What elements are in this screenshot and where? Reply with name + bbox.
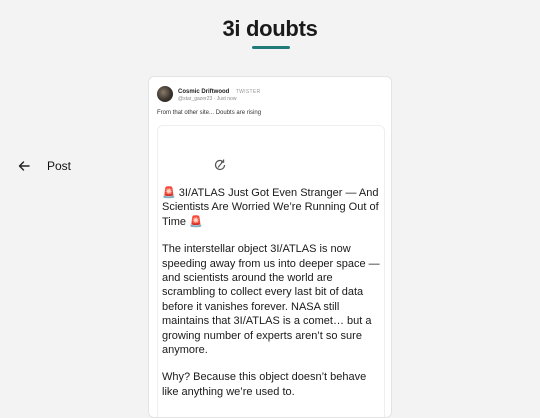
post-headline: 🚨 3I/ATLAS Just Got Even Stranger — And … <box>162 187 379 228</box>
post-paragraph-1: The interstellar object 3I/ATLAS is now … <box>162 243 380 357</box>
page-title: 3i doubts <box>222 16 318 41</box>
author-handle-time: @star_gazer23 · Just now <box>178 96 237 102</box>
source-label: TWISTER <box>235 89 261 95</box>
avatar[interactable] <box>157 86 173 102</box>
title-underline <box>252 46 290 49</box>
post-header: Post <box>17 156 227 176</box>
refresh-icon[interactable] <box>213 158 227 172</box>
post-paragraph-2: Why? Because this object doesn’t behave … <box>162 371 367 398</box>
card-caption: From that other site... Doubts are risin… <box>157 110 262 116</box>
author-row: Cosmic Driftwood TWISTER @star_gazer23 ·… <box>157 85 260 103</box>
post-label: Post <box>47 159 72 173</box>
arrow-left-icon[interactable] <box>17 159 31 173</box>
post-body: 🚨 3I/ATLAS Just Got Even Stranger — And … <box>162 186 384 412</box>
author-name[interactable]: Cosmic Driftwood <box>178 89 229 95</box>
